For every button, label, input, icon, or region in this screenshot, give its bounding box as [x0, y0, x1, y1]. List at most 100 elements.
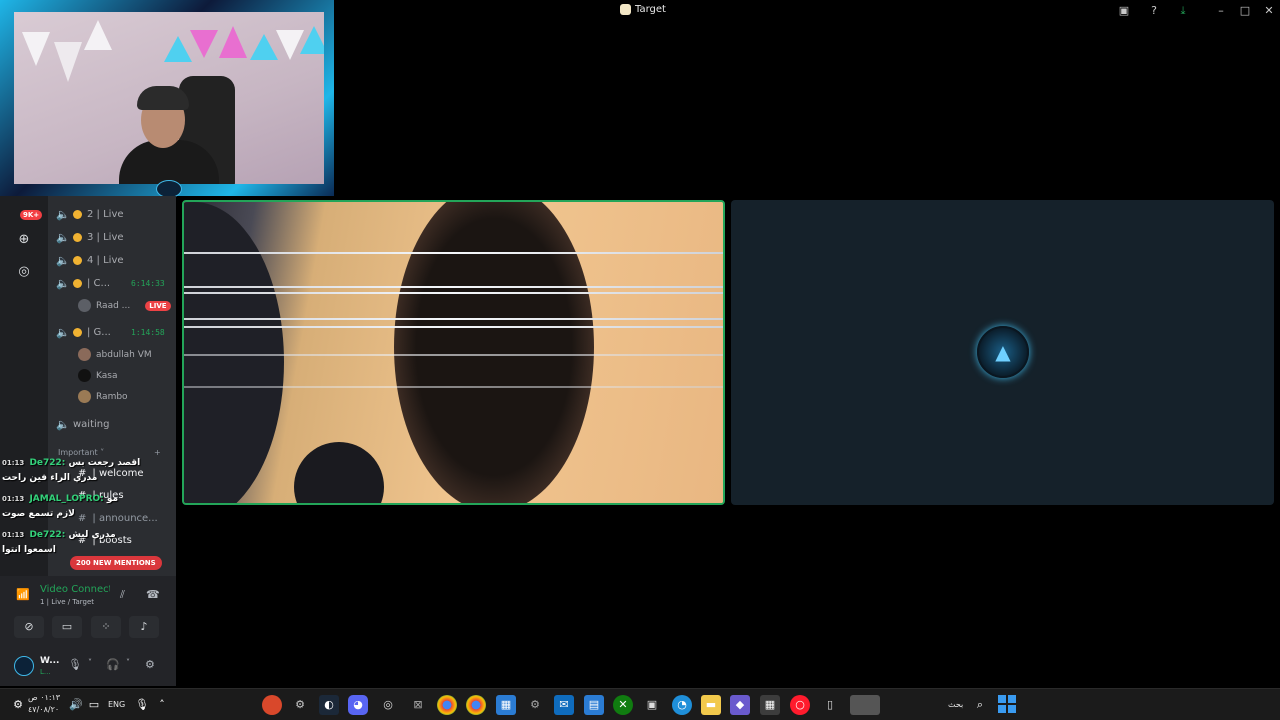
hash-icon: # [78, 513, 87, 524]
voice-channel-active[interactable]: 🔈 | C... 6:14:33 [56, 277, 176, 290]
activities-button[interactable]: ⁘ [91, 616, 121, 638]
chat-message: مدري الراء فين راحت [2, 473, 98, 483]
guitar-string [184, 326, 723, 328]
channel-user[interactable]: Raad ... LIVE [78, 299, 171, 312]
search-icon[interactable]: ⌕ [970, 695, 990, 715]
text-channel[interactable]: # | announce... [78, 513, 158, 524]
network-icon[interactable]: ▭ [84, 695, 104, 715]
chat-message: 01:13 JAMAL_LOPRO: مو [2, 494, 119, 504]
username[interactable]: W... [40, 656, 59, 666]
xbox-icon[interactable]: ✕ [613, 695, 633, 715]
camera-toggle-button[interactable]: ⊘ [14, 616, 44, 638]
screen-share-button[interactable]: ▭ [52, 616, 82, 638]
store-icon[interactable]: ▣ [642, 695, 662, 715]
channel-timer: 6:14:33 [131, 279, 165, 288]
language-indicator[interactable]: ENG [108, 700, 125, 709]
window-title: Target [620, 4, 666, 15]
category-header[interactable]: Important ˅ [58, 448, 104, 457]
app-icon[interactable]: ▤ [584, 695, 604, 715]
webcam-feed [14, 12, 324, 184]
coin-icon [73, 279, 82, 288]
microphone-icon[interactable]: 🎙 [132, 695, 152, 715]
voice-channel-active[interactable]: 🔈 | G... 1:14:58 [56, 326, 176, 339]
chevron-down-icon[interactable]: ˅ [126, 658, 130, 667]
voice-channel[interactable]: 🔈 4 | Live [56, 254, 124, 267]
voice-channel[interactable]: 🔈 2 | Live [56, 208, 124, 221]
channel-user[interactable]: Rambo [78, 390, 128, 403]
new-mentions-pill[interactable]: 200 NEW MENTIONS [70, 556, 162, 570]
wall-light-shape [250, 34, 278, 60]
participant-tile[interactable]: ▲ [731, 200, 1274, 505]
folder-icon[interactable]: ▬ [701, 695, 721, 715]
app-icon[interactable] [262, 695, 282, 715]
wall-light-shape [84, 20, 112, 50]
channel-user[interactable]: abdullah VM [78, 348, 152, 361]
cast-icon[interactable]: ▣ [1116, 3, 1132, 19]
voice-status[interactable]: Video Connected [40, 584, 110, 595]
mail-icon[interactable]: ✉ [554, 695, 574, 715]
settings-icon[interactable]: ⚙ [525, 695, 545, 715]
voice-channel[interactable]: 🔈 3 | Live [56, 231, 124, 244]
app-icon[interactable]: ⊠ [408, 695, 428, 715]
user-panel: W... L... 🎙 ˅ 🎧 ˅ ⚙ [0, 652, 176, 686]
speaker-icon: 🔈 [56, 231, 70, 244]
opera-icon[interactable]: ○ [790, 695, 810, 715]
gear-icon[interactable]: ⚙ [145, 658, 155, 671]
app-icon[interactable]: ⚙ [290, 695, 310, 715]
guitar-string [184, 292, 723, 294]
clock-date[interactable]: ٤٧/٠٨/٢٠ [28, 705, 59, 714]
chevron-up-icon[interactable]: ˄ [152, 695, 172, 715]
stream-tile[interactable] [182, 200, 725, 505]
soundboard-button[interactable]: ♪ [129, 616, 159, 638]
microphone-icon[interactable]: 🎙 [68, 658, 82, 671]
chrome-icon[interactable] [466, 695, 486, 715]
clock-time[interactable]: ٠١:١٣ ص [28, 693, 60, 702]
live-badge: LIVE [145, 300, 171, 311]
notification-badge: 9K+ [20, 210, 43, 220]
coin-icon [73, 256, 82, 265]
settings-tray-icon[interactable]: ⚙ [8, 695, 28, 715]
app-icon[interactable]: ▦ [496, 695, 516, 715]
chrome-icon[interactable] [437, 695, 457, 715]
steam-icon[interactable]: ◐ [319, 695, 339, 715]
disconnect-icon[interactable]: ☎ [146, 588, 160, 601]
noise-suppression-icon[interactable]: ⫽ [120, 588, 125, 602]
voice-channel-path[interactable]: 1 | Live / Target [40, 598, 94, 606]
app-thumbnail[interactable] [850, 695, 880, 715]
guitar-string [184, 386, 723, 388]
wall-light-shape [54, 42, 82, 82]
add-channel-button[interactable]: + [154, 448, 161, 457]
chat-message: اسمعوا انتوا [2, 545, 56, 555]
discord-icon[interactable]: ◕ [348, 695, 368, 715]
guitar-string [184, 354, 723, 356]
signal-icon[interactable]: 📶 [16, 588, 30, 601]
document-icon[interactable]: ▯ [820, 695, 840, 715]
headphones-icon[interactable]: 🎧 [106, 658, 120, 671]
streamer [119, 76, 235, 184]
user-status: L... [40, 668, 51, 676]
app-icon[interactable]: ◆ [730, 695, 750, 715]
close-icon[interactable]: ✕ [1261, 3, 1277, 19]
search-label[interactable]: بحث [948, 700, 963, 709]
avatar [78, 369, 91, 382]
coin-icon [73, 210, 82, 219]
coin-icon [73, 233, 82, 242]
volume-icon[interactable]: 🔊 [66, 695, 86, 715]
wall-light-shape [190, 30, 218, 58]
add-server-icon[interactable]: ⊕ [14, 230, 34, 250]
voice-channel[interactable]: 🔈 waiting [56, 418, 109, 431]
explore-icon[interactable]: ◎ [14, 262, 34, 282]
app-icon[interactable]: ◎ [378, 695, 398, 715]
taskbar: ⚙ ٠١:١٣ ص ٤٧/٠٨/٢٠ 🔊 ▭ ENG 🎙 ˄ ⚙ ◐ ◕ ◎ ⊠… [0, 688, 1280, 720]
download-icon[interactable]: ⤓ [1175, 3, 1191, 19]
help-icon[interactable]: ? [1146, 3, 1162, 19]
maximize-icon[interactable]: □ [1237, 3, 1253, 19]
wall-light-shape [164, 36, 192, 62]
avatar[interactable] [14, 656, 34, 676]
edge-icon[interactable]: ◔ [672, 695, 692, 715]
chevron-down-icon[interactable]: ˅ [88, 658, 92, 667]
channel-user[interactable]: Kasa [78, 369, 117, 382]
start-button[interactable] [998, 695, 1016, 713]
minimize-icon[interactable]: – [1213, 3, 1229, 19]
app-icon[interactable]: ▦ [760, 695, 780, 715]
